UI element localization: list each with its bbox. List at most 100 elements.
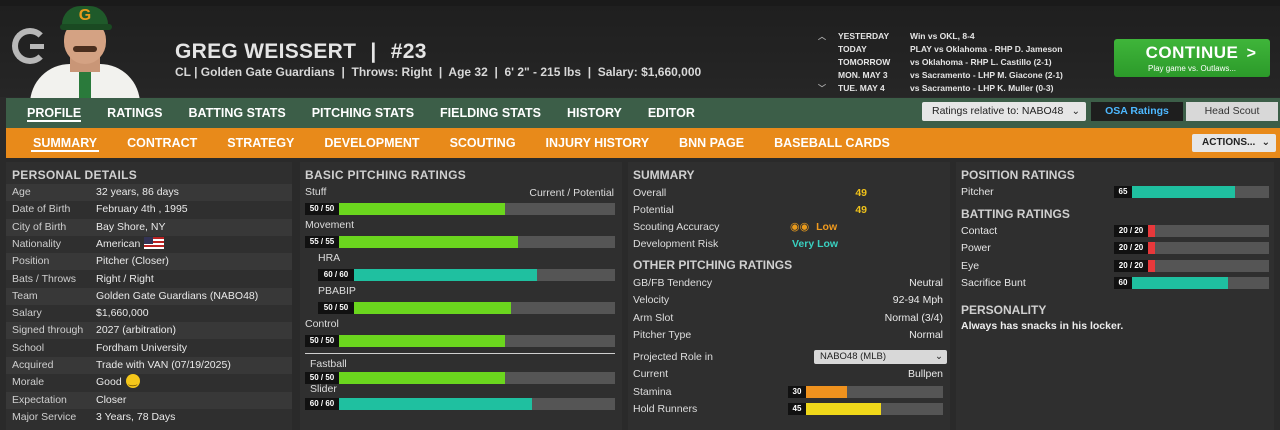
current-role-row: Current Bullpen [633,366,945,383]
pitch-rating-bar: 50 / 50 [305,372,615,384]
chevron-down-icon: ﹀ [818,84,826,93]
summary-title: SUMMARY [633,168,695,182]
rating-bar-value: 20 / 20 [1114,259,1148,272]
hold-runners-bar-fill [806,403,882,415]
detail-label: Expectation [12,393,67,406]
rating-row: Eye 20 / 20 [961,258,1269,275]
subtab-injury-history[interactable]: INJURY HISTORY [531,128,665,158]
schedule-list: ︿ YESTERDAY Win vs OKL, 8-4 TODAY PLAY vs Ok… [818,30,1110,95]
pitch-rating-bar: 60 / 60 [305,398,615,410]
subtab-baseball-cards[interactable]: BASEBALL CARDS [759,128,905,158]
subtab-strategy[interactable]: STRATEGY [212,128,309,158]
rating-label: Power [961,242,991,255]
tab-profile[interactable]: PROFILE [14,98,95,128]
detail-label: Acquired [12,359,54,371]
pitching-rating-bar: 50 / 50 [305,335,615,347]
schedule-result: PLAY vs Oklahoma - RHP D. Jameson [910,44,1063,54]
tab-ratings[interactable]: RATINGS [94,98,175,128]
tab-batting-stats[interactable]: BATTING STATS [176,98,299,128]
schedule-row[interactable]: TOMORROW vs Oklahoma - RHP L. Castillo (2… [818,56,1110,69]
stamina-bar: 30 [788,386,943,398]
continue-button[interactable]: CONTINUE > Play game vs. Outlaws... [1114,39,1270,77]
actions-dropdown[interactable]: ACTIONS... ⌄ [1192,134,1276,152]
rating-label: PBABIP [318,285,356,297]
detail-row: Morale Good [6,373,292,391]
rating-bar-value: 65 [1114,186,1132,198]
schedule-row[interactable]: ︿ YESTERDAY Win vs OKL, 8-4 [818,30,1110,43]
personality-text: Always has snacks in his locker. [961,320,1124,332]
detail-label: Morale [12,376,45,389]
subtab-development[interactable]: DEVELOPMENT [309,128,434,158]
pitch-rating-bar-fill [339,398,533,410]
subtab-bnn-page[interactable]: BNN PAGE [664,128,759,158]
detail-label: Age [12,186,31,198]
sub-tab-bar: SUMMARY CONTRACT STRATEGY DEVELOPMENT SCOUTI… [6,128,1280,158]
detail-value-text: Good [96,376,122,389]
stamina-row: Stamina 30 [633,384,945,401]
detail-value-text: Pitcher (Closer) [96,255,169,268]
rating-bar: 20 / 20 [1114,225,1269,237]
schedule-result: vs Sacramento - LHP K. Muller (0-3) [910,83,1054,93]
subtab-contract[interactable]: CONTRACT [112,128,212,158]
ratings-relative-select[interactable]: Ratings relative to: NABO48 ⌄ [922,102,1086,121]
detail-row: Expectation Closer [6,391,292,409]
detail-value-text: Golden Gate Guardians (NABO48) [96,289,259,302]
other-rating-row: Pitcher Type Normal [633,327,945,344]
schedule-day: TUE. MAY 4 [838,83,885,93]
pitching-rating-bar-fill [339,203,505,215]
detail-value-text: $1,660,000 [96,307,149,320]
rating-bar: 20 / 20 [1114,259,1269,272]
ratings-relative-label: Ratings relative to: NABO48 [932,105,1064,117]
detail-row: Position Pitcher (Closer) [6,253,292,271]
personality-title: PERSONALITY [961,303,1047,317]
rating-bar-fill [1148,225,1156,237]
subtab-scouting[interactable]: SCOUTING [435,128,531,158]
detail-label: Date of Birth [12,203,71,216]
hold-runners-label: Hold Runners [633,403,698,415]
rating-bar-value: 20 / 20 [1114,242,1148,255]
binoculars-icon: ◉◉ [790,221,810,233]
tab-editor[interactable]: EDITOR [635,98,708,128]
batting-ratings-title: BATTING RATINGS [961,207,1070,221]
schedule-result: vs Sacramento - LHP M. Giacone (2-1) [910,70,1063,80]
scouting-accuracy-row: Scouting Accuracy ◉◉ Low [633,219,945,236]
player-subtitle: CL | Golden Gate Guardians | Throws: Rig… [175,65,702,79]
other-rating-row: Velocity 92-94 Mph [633,292,945,309]
hold-runners-bar: 45 [788,403,943,415]
detail-value: 2027 (arbitration) [96,322,176,339]
tab-pitching-stats[interactable]: PITCHING STATS [299,98,427,128]
schedule-row[interactable]: TODAY PLAY vs Oklahoma - RHP D. Jameson [818,43,1110,56]
potential-label: Potential [633,204,674,216]
detail-value: 3 Years, 78 Days [96,409,175,426]
stamina-bar-fill [806,386,848,398]
detail-value: 32 years, 86 days [96,184,179,201]
potential-row: Potential 49 [633,202,945,219]
detail-label: School [12,341,45,354]
head-scout-toggle[interactable]: Head Scout [1186,102,1278,121]
subtab-summary[interactable]: SUMMARY [18,128,112,158]
detail-value-text: American [96,237,141,250]
position-ratings-title: POSITION RATINGS [961,168,1075,182]
detail-value: Good [96,373,140,391]
schedule-row[interactable]: MON. MAY 3 vs Sacramento - LHP M. Giacone… [818,69,1110,82]
tab-history[interactable]: HISTORY [554,98,635,128]
detail-value-text: Right / Right [96,272,154,285]
smiley-icon [125,373,140,390]
osa-ratings-toggle[interactable]: OSA Ratings [1091,102,1183,121]
basic-pitching-panel: BASIC PITCHING RATINGS Current / Potenti… [300,162,622,430]
pitching-rating-bar: 50 / 50 [318,302,615,314]
schedule-row[interactable]: ﹀ TUE. MAY 4 vs Sacramento - LHP K. Muller… [818,82,1110,95]
scouting-accuracy-value: Low [816,221,838,233]
projected-role-select[interactable]: NABO48 (MLB) ⌄ [814,350,947,364]
other-rating-value: Normal [909,328,943,341]
detail-row: Age 32 years, 86 days [6,184,292,201]
detail-value: $1,660,000 [96,305,149,322]
detail-value: Closer [96,392,126,409]
projected-role-value: NABO48 (MLB) [820,351,886,362]
other-rating-label: Velocity [633,294,670,307]
tab-fielding-stats[interactable]: FIELDING STATS [427,98,554,128]
pitching-rating-bar-value: 50 / 50 [318,302,354,314]
development-risk-row: Development Risk Very Low [633,236,945,253]
rating-label: Contact [961,225,998,237]
